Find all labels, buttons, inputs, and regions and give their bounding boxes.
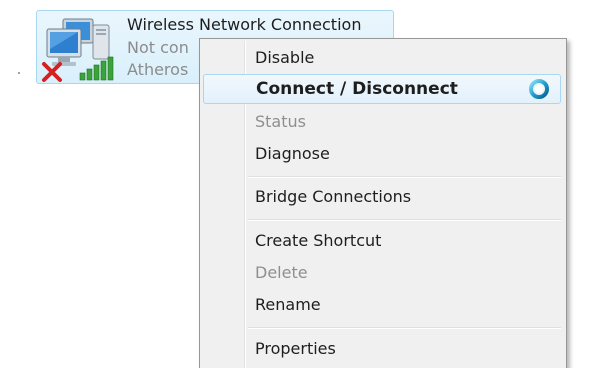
menu-item-create-shortcut[interactable]: Create Shortcut bbox=[203, 226, 561, 256]
menu-item-label: Diagnose bbox=[255, 144, 330, 163]
menu-item-label: Bridge Connections bbox=[255, 187, 412, 206]
menu-item-delete[interactable]: Delete bbox=[203, 258, 561, 288]
menu-item-properties[interactable]: Properties bbox=[203, 334, 561, 364]
menu-item-label: Status bbox=[255, 112, 306, 131]
connection-device: Atheros bbox=[127, 60, 189, 79]
menu-item-label: Connect / Disconnect bbox=[256, 79, 458, 99]
menu-item-bridge-connections[interactable]: Bridge Connections bbox=[203, 182, 561, 212]
menu-separator bbox=[248, 176, 561, 178]
menu-item-label: Disable bbox=[255, 48, 315, 67]
menu-separator bbox=[248, 327, 561, 329]
stray-dot bbox=[18, 72, 20, 74]
menu-item-diagnose[interactable]: Diagnose bbox=[203, 139, 561, 169]
menu-item-status[interactable]: Status bbox=[203, 107, 561, 137]
context-menu: Disable Connect / Disconnect Status Diag… bbox=[199, 38, 567, 368]
connection-status: Not con bbox=[127, 38, 189, 57]
menu-item-disable[interactable]: Disable bbox=[203, 43, 561, 73]
desktop-stage: Wireless Network Connection Not con Athe… bbox=[0, 0, 615, 368]
menu-item-label: Rename bbox=[255, 295, 321, 314]
menu-item-connect-disconnect[interactable]: Connect / Disconnect bbox=[203, 74, 561, 104]
menu-separator bbox=[248, 219, 561, 221]
signal-bars-icon bbox=[79, 55, 115, 81]
menu-item-label: Delete bbox=[255, 263, 308, 282]
busy-spinner-icon bbox=[528, 78, 550, 100]
menu-item-rename[interactable]: Rename bbox=[203, 290, 561, 320]
connection-name: Wireless Network Connection bbox=[127, 15, 362, 34]
menu-item-label: Properties bbox=[255, 339, 336, 358]
menu-item-label: Create Shortcut bbox=[255, 231, 382, 250]
red-x-icon bbox=[41, 61, 63, 83]
